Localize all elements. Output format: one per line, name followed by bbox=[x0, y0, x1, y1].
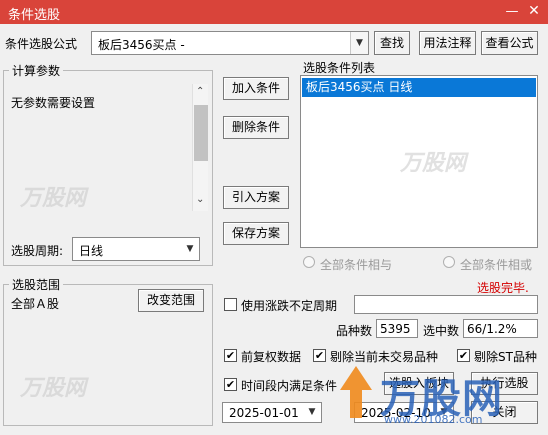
view-formula-button[interactable]: 查看公式 bbox=[481, 31, 538, 55]
all-or-radio[interactable] bbox=[443, 256, 455, 268]
no-params-text: 无参数需要设置 bbox=[11, 96, 96, 110]
all-and-radio[interactable] bbox=[303, 256, 315, 268]
range-value: 全部Ａ股 bbox=[11, 297, 60, 311]
window-title: 条件选股 bbox=[8, 8, 61, 23]
limit-period-label: 使用涨跌不定周期 bbox=[241, 299, 338, 313]
params-group-label: 计算参数 bbox=[9, 62, 64, 79]
selected-value: 66/1.2% bbox=[467, 322, 517, 336]
scroll-up-icon[interactable]: ⌃ bbox=[196, 86, 204, 97]
time-range-label: 时间段内满足条件 bbox=[241, 379, 338, 393]
limit-period-input[interactable] bbox=[354, 295, 538, 314]
exclude-st-checkbox[interactable]: ✔ bbox=[457, 349, 470, 362]
limit-period-checkbox[interactable] bbox=[224, 298, 237, 311]
all-or-label: 全部条件相或 bbox=[460, 258, 533, 272]
watermark-brand: 万股网 bbox=[400, 151, 467, 176]
watermark-brand: 万股网 bbox=[20, 186, 87, 211]
add-condition-button[interactable]: 加入条件 bbox=[223, 77, 289, 100]
count-label: 品种数 bbox=[336, 324, 373, 338]
minimize-icon[interactable]: — bbox=[502, 2, 522, 21]
save-scheme-button[interactable]: 保存方案 bbox=[223, 222, 289, 245]
selected-field: 66/1.2% bbox=[463, 319, 538, 338]
watermark-brand: 万股网 bbox=[20, 376, 87, 401]
start-date-picker[interactable]: 2025-01-01 ▼ bbox=[222, 402, 322, 423]
exclude-untraded-label: 剔除当前未交易品种 bbox=[330, 350, 439, 364]
period-select[interactable]: 日线 ▼ bbox=[72, 237, 200, 261]
scroll-thumb[interactable] bbox=[194, 105, 208, 161]
params-scrollbar[interactable]: ⌃ ⌄ bbox=[192, 84, 208, 211]
time-range-checkbox[interactable]: ✔ bbox=[224, 378, 237, 391]
chevron-down-icon[interactable]: ▼ bbox=[350, 32, 368, 54]
formula-value: 板后3456买点 - bbox=[98, 38, 185, 52]
count-value: 5395 bbox=[380, 322, 411, 336]
change-range-button[interactable]: 改变范围 bbox=[138, 289, 204, 312]
period-value: 日线 bbox=[79, 244, 104, 258]
list-item[interactable]: 板后3456买点 日线 bbox=[302, 78, 536, 97]
start-date-value: 2025-01-01 bbox=[229, 406, 299, 420]
scroll-down-icon[interactable]: ⌄ bbox=[196, 194, 204, 205]
all-and-label: 全部条件相与 bbox=[320, 258, 393, 272]
title-bar: 条件选股 — ✕ bbox=[0, 0, 548, 24]
formula-label: 条件选股公式 bbox=[5, 37, 78, 51]
exclude-untraded-checkbox[interactable]: ✔ bbox=[313, 349, 326, 362]
delete-condition-button[interactable]: 删除条件 bbox=[223, 116, 289, 139]
chevron-down-icon[interactable]: ▼ bbox=[303, 403, 321, 422]
import-scheme-button[interactable]: 引入方案 bbox=[223, 186, 289, 209]
condition-list-label: 选股条件列表 bbox=[303, 61, 376, 75]
adjusted-data-checkbox[interactable]: ✔ bbox=[224, 349, 237, 362]
usage-notes-button[interactable]: 用法注释 bbox=[419, 31, 476, 55]
adjusted-data-label: 前复权数据 bbox=[241, 350, 302, 364]
count-field: 5395 bbox=[376, 319, 418, 338]
formula-select[interactable]: 板后3456买点 - ▼ bbox=[91, 31, 369, 55]
watermark-arrow-logo bbox=[336, 364, 376, 420]
period-label: 选股周期: bbox=[11, 244, 64, 258]
close-icon[interactable]: ✕ bbox=[524, 2, 544, 21]
selected-label: 选中数 bbox=[423, 324, 460, 338]
status-text: 选股完毕. bbox=[477, 281, 529, 295]
range-group-label: 选股范围 bbox=[9, 276, 64, 293]
chevron-down-icon[interactable]: ▼ bbox=[181, 238, 199, 260]
find-button[interactable]: 查找 bbox=[374, 31, 410, 55]
watermark-url: www.201082.com bbox=[384, 413, 483, 426]
exclude-st-label: 剔除ST品种 bbox=[474, 350, 537, 364]
